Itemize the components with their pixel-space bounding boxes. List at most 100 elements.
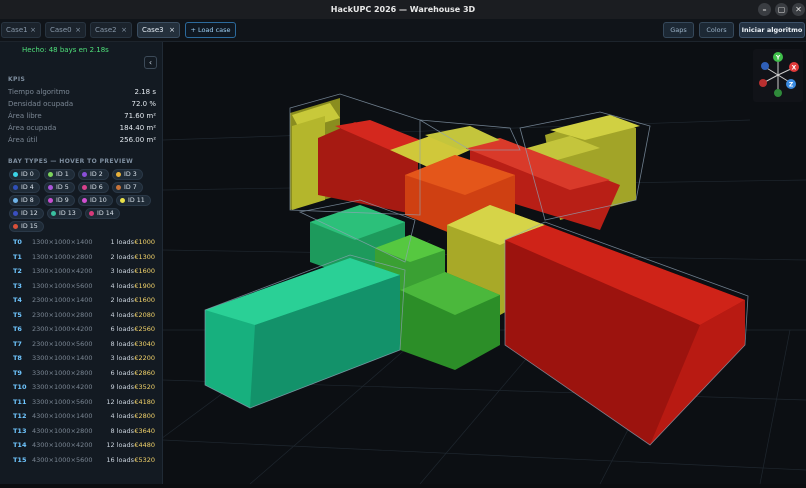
tab-case1[interactable]: Case1 × [1,22,41,38]
bay-type-loads: 12 loads [106,397,134,406]
bay-type-price: €1600 [134,296,155,304]
bay-id-chip[interactable]: ID 8 [9,195,40,206]
bay-type-price: €2800 [134,412,155,420]
bay-type-dims: 2300×1000×1400 [32,296,93,304]
axis-gizmo[interactable]: Y X Z [753,49,803,102]
bay-type-loads: 6 loads [110,325,134,333]
chip-label: ID 9 [56,197,69,204]
bay-id-chip[interactable]: ID 2 [78,169,109,180]
close-window-icon[interactable]: ✕ [792,3,805,16]
bay-type-loads: 2 loads [110,252,134,261]
tab-close-icon[interactable]: × [121,23,127,37]
color-dot-icon [116,172,121,177]
bay-type-price: €3640 [134,426,155,435]
kpi-label: Área libre [8,112,42,120]
y-axis-label: Y [775,55,781,62]
bay-type-row[interactable]: T2 1300×1000×4200 3 loads €1600 [8,264,155,279]
bay-id-chip[interactable]: ID 11 [116,195,151,206]
tab-close-icon[interactable]: × [169,23,175,37]
bay-id-chip[interactable]: ID 4 [9,182,40,193]
bay-type-row[interactable]: T7 2300×1000×5600 8 loads €3040 [8,337,155,352]
colors-button[interactable]: Colors [699,22,734,38]
gaps-button[interactable]: Gaps [663,22,694,38]
tab-label: Case3 [142,26,164,34]
chip-label: ID 2 [90,171,103,178]
bay-id-chip[interactable]: ID 5 [44,182,75,193]
bay-type-id: T12 [13,412,27,420]
bay-type-dims: 1300×1000×2800 [32,252,93,261]
side-panel: Hecho: 48 bays en 2.18s ‹ KPIS Tiempo al… [0,42,163,484]
bay-type-loads: 2 loads [110,296,134,304]
chip-label: ID 0 [21,171,34,178]
kpi-value: 71.60 m² [124,112,156,120]
bay-type-row[interactable]: T5 2300×1000×2800 4 loads €2080 [8,308,155,323]
kpi-row: Tiempo algoritmo 2.18 s [8,88,156,100]
z-axis-label: Z [789,82,794,89]
kpi-row: Área ocupada 184.40 m² [8,124,156,136]
tab-close-icon[interactable]: × [30,23,36,37]
bay-type-price: €1600 [134,267,155,275]
chip-label: ID 14 [97,210,114,217]
tab-bar: Case1 × Case0 × Case2 × Case3 × + Load case … [0,19,806,42]
bay-type-id: T0 [13,238,22,246]
bay-type-id: T11 [13,397,27,406]
bay-id-chip[interactable]: ID 15 [9,221,44,232]
color-dot-icon [51,211,56,216]
bay-id-chip[interactable]: ID 9 [44,195,75,206]
bay-id-chip[interactable]: ID 6 [78,182,109,193]
kpi-row: Área útil 256.00 m² [8,136,156,148]
bay-id-chip[interactable]: ID 3 [112,169,143,180]
bay-type-row[interactable]: T14 4300×1000×4200 12 loads €4480 [8,438,155,453]
bay-type-id: T14 [13,441,27,449]
bay-type-dims: 2300×1000×4200 [32,325,93,333]
tab-close-icon[interactable]: × [75,23,81,37]
kpi-value: 2.18 s [134,88,156,96]
bay-type-row[interactable]: T3 1300×1000×5600 4 loads €1900 [8,279,155,294]
bay-type-row[interactable]: T9 3300×1000×2800 6 loads €2860 [8,366,155,381]
tab-case0[interactable]: Case0 × [45,22,86,38]
bay-type-row[interactable]: T11 3300×1000×5600 12 loads €4180 [8,395,155,410]
bay-type-price: €3040 [134,339,155,348]
color-dot-icon [13,224,18,229]
chip-label: ID 8 [21,197,34,204]
bay-id-chip[interactable]: ID 1 [44,169,75,180]
bay-type-row[interactable]: T12 4300×1000×1400 4 loads €2800 [8,409,155,424]
bay-type-row[interactable]: T10 3300×1000×4200 9 loads €3520 [8,380,155,395]
tab-case3[interactable]: Case3 × [137,22,180,38]
bay-type-loads: 16 loads [106,455,134,464]
bay-type-row[interactable]: T6 2300×1000×4200 6 loads €2560 [8,322,155,337]
bay-id-chip[interactable]: ID 0 [9,169,40,180]
bay-type-loads: 9 loads [110,383,134,391]
bay-type-dims: 4300×1000×1400 [32,412,93,420]
color-dot-icon [48,198,53,203]
neg-z-axis-icon[interactable] [761,62,769,70]
bay-id-chip[interactable]: ID 7 [112,182,143,193]
bay-type-row[interactable]: T1 1300×1000×2800 2 loads €1300 [8,250,155,265]
neg-x-axis-icon[interactable] [759,79,767,87]
bay-id-chip[interactable]: ID 13 [47,208,82,219]
run-algorithm-button[interactable]: Iniciar algoritmo [739,22,805,38]
tab-case2[interactable]: Case2 × [90,22,132,38]
color-dot-icon [13,172,18,177]
bay-types-title: BAY TYPES — HOVER TO PREVIEW [8,158,134,165]
neg-y-axis-icon[interactable] [774,89,782,97]
bay-type-row[interactable]: T4 2300×1000×1400 2 loads €1600 [8,293,155,308]
load-case-button[interactable]: + Load case [185,22,236,38]
bay-id-chip[interactable]: ID 12 [9,208,44,219]
bay-type-row[interactable]: T0 1300×1000×1400 1 loads €1000 [8,235,155,250]
bay-type-row[interactable]: T8 3300×1000×1400 3 loads €2200 [8,351,155,366]
maximize-icon[interactable]: ▢ [775,3,788,16]
bay-id-chip[interactable]: ID 10 [78,195,113,206]
kpi-row: Área libre 71.60 m² [8,112,156,124]
axis-gizmo-graphic: Y X Z [759,52,799,97]
bay-type-loads: 8 loads [110,339,134,348]
bay-type-price: €2560 [134,325,155,333]
kpi-value: 72.0 % [131,100,156,108]
collapse-panel-button[interactable]: ‹ [144,56,157,69]
bay-type-dims: 4300×1000×2800 [32,426,93,435]
bay-type-row[interactable]: T13 4300×1000×2800 8 loads €3640 [8,424,155,439]
minimize-icon[interactable]: – [758,3,771,16]
bay-type-row[interactable]: T15 4300×1000×5600 16 loads €5320 [8,453,155,468]
bay-type-loads: 1 loads [110,238,134,246]
bay-id-chip[interactable]: ID 14 [85,208,120,219]
